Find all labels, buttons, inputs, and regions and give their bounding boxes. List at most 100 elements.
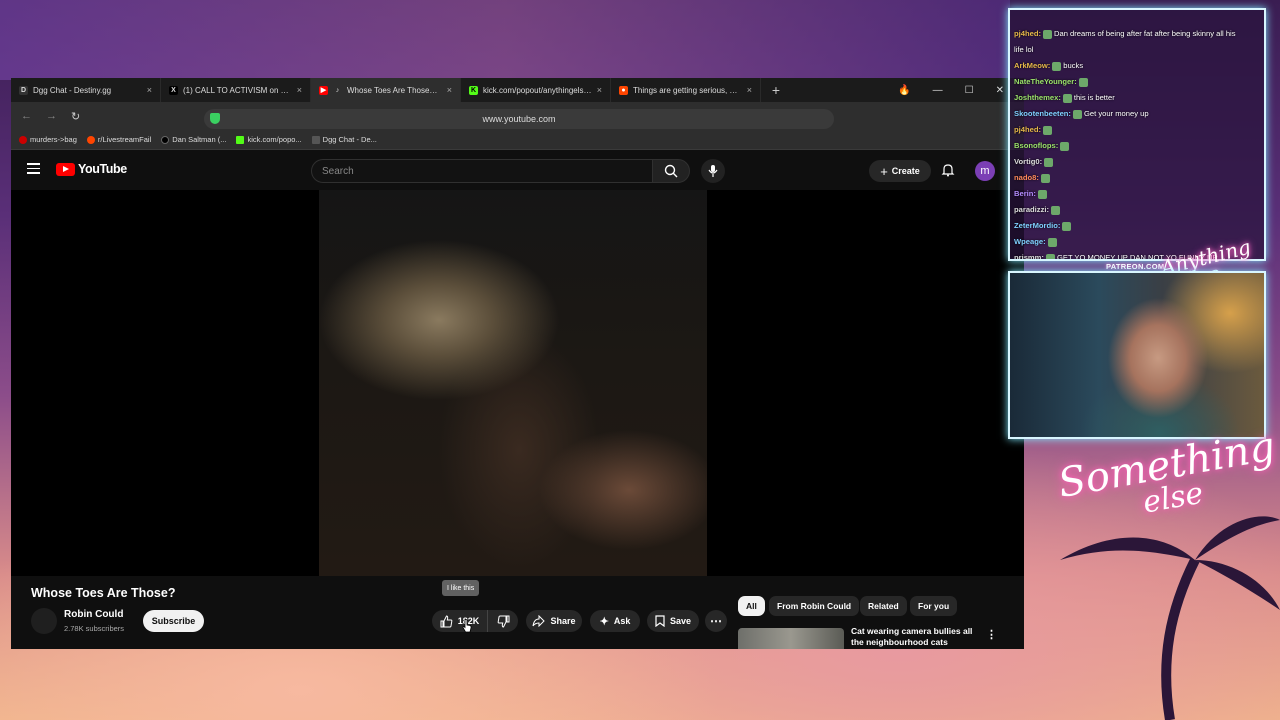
mouse-pointer-icon [462, 619, 472, 633]
window-controls: 🔥 — ☐ ✕ [898, 78, 1024, 102]
tab-label: Things are getting serious, Tim Wa [633, 85, 742, 95]
back-icon[interactable]: ← [21, 110, 32, 122]
tab-youtube-active[interactable]: ▶ ♪ Whose Toes Are Those? - Y × [311, 78, 461, 102]
stream-chat-overlay: pj4hed: Dan dreams of being after fat aft… [1008, 8, 1266, 261]
close-tab-icon[interactable]: × [447, 85, 452, 95]
flame-icon[interactable]: 🔥 [898, 85, 910, 96]
url-bar[interactable]: www.youtube.com [204, 109, 834, 129]
search-button[interactable] [652, 159, 690, 183]
share-button[interactable]: Share [526, 610, 582, 632]
sparkle-icon: ✦ [599, 615, 609, 628]
chat-message: ZeterMordio: [1014, 218, 1260, 234]
minimize-icon[interactable]: — [933, 85, 943, 96]
video-title: Whose Toes Are Those? [31, 586, 176, 600]
video-player[interactable] [11, 190, 1024, 576]
tab-label: Whose Toes Are Those? - Y [347, 85, 442, 95]
voice-search-button[interactable] [701, 159, 725, 183]
chat-message: nado8: [1014, 170, 1260, 186]
notifications-bell-icon[interactable] [941, 163, 955, 177]
tab-label: (1) CALL TO ACTIVISM on X: " [183, 85, 292, 95]
share-icon [532, 615, 546, 627]
emote-icon [1040, 173, 1050, 183]
ask-button[interactable]: ✦ Ask [590, 610, 640, 632]
chip-from-channel[interactable]: From Robin Could [769, 596, 860, 616]
account-avatar[interactable]: m [975, 161, 995, 181]
chat-message: ArkMeow: bucks [1014, 58, 1260, 74]
chat-message: Berin: [1014, 186, 1260, 202]
close-tab-icon[interactable]: × [297, 85, 302, 95]
recommended-title[interactable]: Cat wearing camera bullies all the neigh… [851, 626, 976, 649]
close-tab-icon[interactable]: × [747, 85, 752, 95]
chip-for-you[interactable]: For you [910, 596, 958, 616]
channel-name[interactable]: Robin Could [64, 609, 123, 620]
emote-icon [1047, 237, 1057, 247]
chat-message: Skootenbeeten: Get your money up [1014, 106, 1260, 122]
tab-label: Dgg Chat - Destiny.gg [33, 85, 112, 95]
chat-message [1014, 10, 1260, 26]
tab-reddit[interactable]: ● Things are getting serious, Tim Wa × [611, 78, 761, 102]
chip-all[interactable]: All [738, 596, 765, 616]
chat-message: Vortig0: [1014, 154, 1260, 170]
emote-icon [1044, 157, 1054, 167]
recommended-thumbnail[interactable] [738, 628, 844, 649]
emote-icon [1037, 189, 1047, 199]
emote-icon [1043, 29, 1053, 39]
save-label: Save [669, 616, 692, 626]
bookmark-item[interactable]: Dan Saltman (... [161, 135, 226, 144]
bookmark-label: r/LivestreamFail [97, 134, 152, 144]
chat-username: Skootenbeeten: [1014, 109, 1071, 118]
chat-username: Bsonoflops: [1014, 141, 1059, 150]
forward-icon[interactable]: → [46, 110, 57, 122]
close-tab-icon[interactable]: × [597, 85, 602, 95]
bookmark-label: murders->bag [30, 134, 77, 144]
bookmark-icon [19, 136, 27, 144]
audio-playing-icon[interactable]: ♪ [333, 86, 342, 95]
youtube-favicon-icon: ▶ [319, 85, 328, 95]
kick-favicon-icon: K [469, 85, 478, 95]
chat-text: this is better [1073, 93, 1115, 102]
chat-message: Joshthemex: this is better [1014, 90, 1260, 106]
chat-message: pj4hed: [1014, 122, 1260, 138]
more-horizontal-icon: ⋯ [710, 614, 722, 628]
dislike-button[interactable] [488, 610, 518, 632]
create-button[interactable]: + Create [869, 160, 931, 182]
chat-username: nado8: [1014, 173, 1039, 182]
channel-avatar[interactable] [31, 608, 57, 634]
search-input[interactable]: Search [311, 159, 652, 183]
chip-related[interactable]: Related [860, 596, 907, 616]
maximize-icon[interactable]: ☐ [965, 85, 974, 96]
menu-icon[interactable] [27, 163, 40, 177]
youtube-page: YouTube Search + Create m Whose Toes Are… [11, 150, 1024, 649]
youtube-logo[interactable]: YouTube [56, 162, 127, 176]
tab-dgg-chat[interactable]: D Dgg Chat - Destiny.gg × [11, 78, 161, 102]
more-vertical-icon[interactable]: ⋮ [986, 628, 997, 641]
browser-window: D Dgg Chat - Destiny.gg × X (1) CALL TO … [11, 78, 1024, 649]
bookmark-item[interactable]: kick.com/popo... [236, 135, 302, 144]
video-frame[interactable] [319, 190, 707, 576]
close-window-icon[interactable]: ✕ [996, 85, 1004, 96]
bookmark-item[interactable]: murders->bag [19, 135, 77, 144]
chat-username: pj4hed: [1014, 125, 1042, 134]
thumbs-down-icon [497, 615, 509, 628]
new-tab-button[interactable]: + [765, 82, 787, 98]
bookmark-label: Dgg Chat - De... [322, 134, 377, 144]
reload-icon[interactable]: ↻ [71, 110, 80, 123]
more-actions-button[interactable]: ⋯ [705, 610, 727, 632]
tab-x-post[interactable]: X (1) CALL TO ACTIVISM on X: " × [161, 78, 311, 102]
bookmark-save-icon [655, 615, 665, 627]
subscribe-button[interactable]: Subscribe [143, 610, 204, 632]
close-tab-icon[interactable]: × [147, 85, 152, 95]
shield-icon[interactable] [210, 113, 220, 124]
like-button[interactable]: 182K [432, 610, 488, 632]
chat-text: life lol [1014, 45, 1034, 54]
ask-label: Ask [613, 616, 631, 626]
emote-icon [1051, 205, 1061, 215]
emote-icon [1072, 109, 1082, 119]
bookmark-item[interactable]: r/LivestreamFail [86, 134, 152, 144]
save-button[interactable]: Save [647, 610, 699, 632]
chat-message: Bsonoflops: [1014, 138, 1260, 154]
bookmark-item[interactable]: Dgg Chat - De... [311, 134, 377, 144]
kick-icon [236, 136, 245, 144]
tab-kick-chat[interactable]: K kick.com/popout/anythingelse/chat × [461, 78, 611, 102]
reddit-favicon-icon: ● [619, 85, 628, 95]
